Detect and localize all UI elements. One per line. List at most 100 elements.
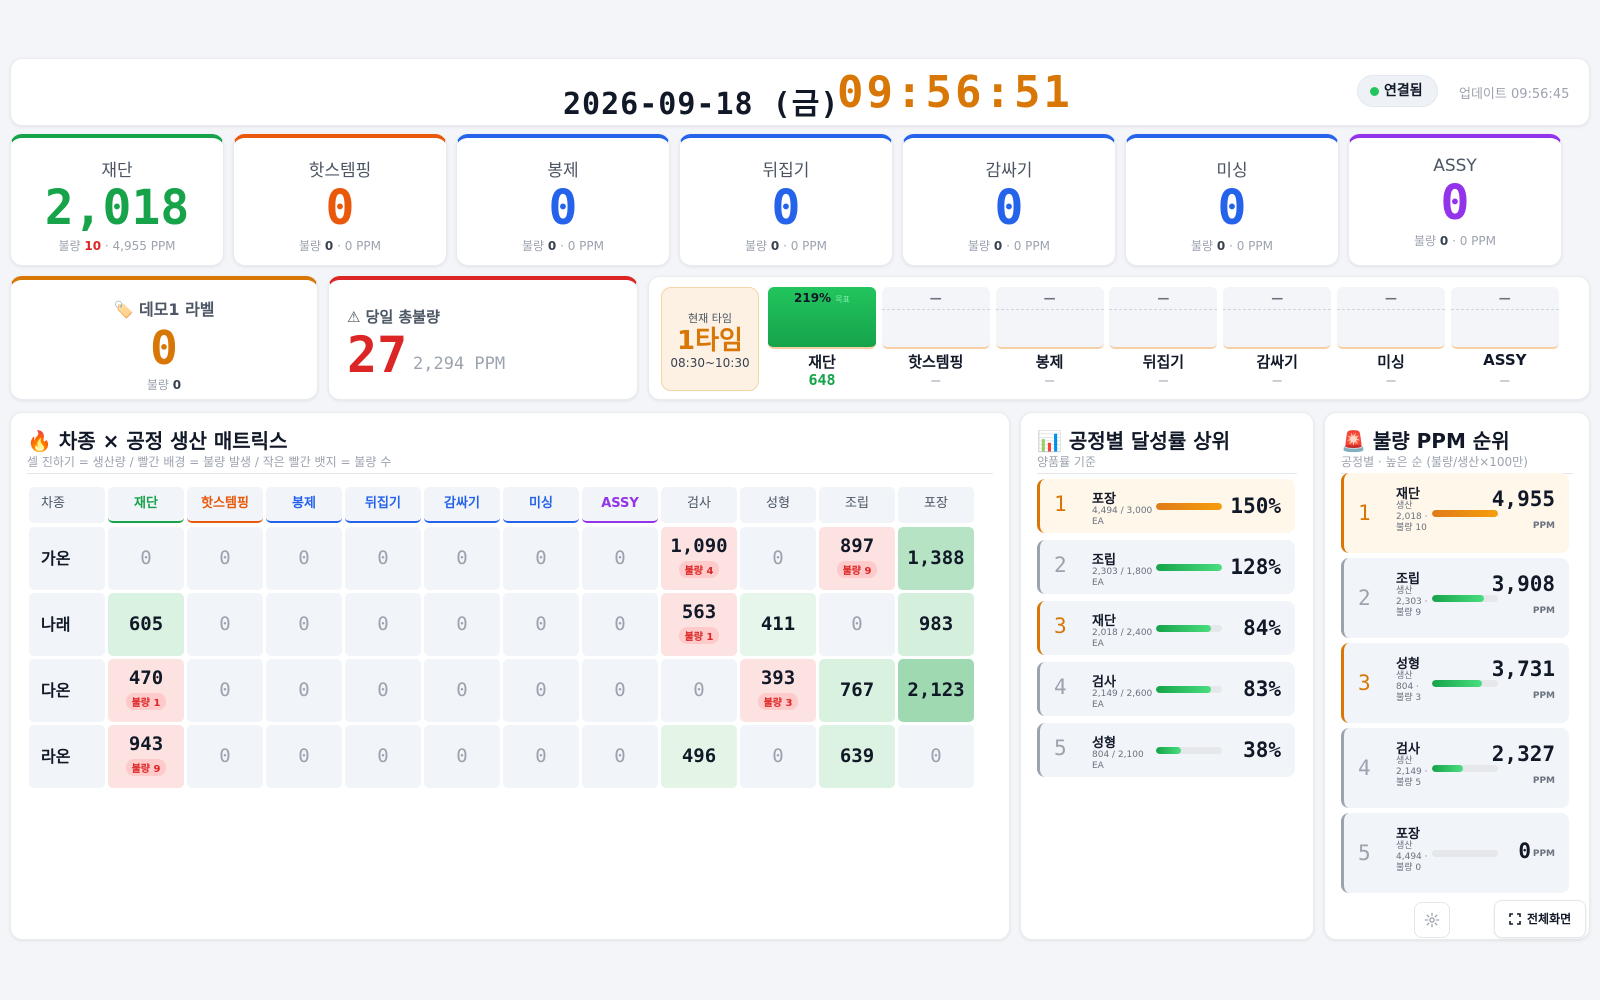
rank-detail: 생산 804 · 불량 3 (1396, 671, 1422, 703)
matrix-title: 🔥 차종 × 공정 생산 매트릭스 (27, 429, 288, 453)
matrix-column-header: 조립 (819, 487, 895, 523)
matrix-cell: 0 (187, 527, 263, 590)
daily-defect-ppm: 2,294 PPM (413, 354, 506, 374)
rank-detail: 생산 4,494 · 불량 0 (1396, 841, 1428, 873)
defect-count-badge: 불량 9 (836, 561, 878, 578)
rank-process-name: 포장 (1396, 827, 1420, 842)
rank-process-name: 조립 (1396, 572, 1420, 587)
matrix-cell: 0 (582, 725, 658, 788)
matrix-cell-value: 0 (535, 745, 547, 767)
process-name: 재단 (101, 161, 133, 181)
matrix-cell: 0 (266, 659, 342, 722)
matrix-cell-value: 470 (128, 667, 164, 689)
process-output-value: 0 (548, 180, 578, 236)
matrix-cell-value: 0 (219, 547, 231, 569)
shift-process-name: 재단 (808, 353, 836, 371)
process-output-value: 0 (771, 180, 801, 236)
matrix-cell-value: 0 (219, 613, 231, 635)
last-updated-text: 업데이트 09:56:45 (1459, 87, 1570, 102)
settings-button[interactable] (1414, 902, 1450, 938)
shift-process-name: ASSY (1483, 351, 1527, 369)
matrix-cell: 0 (503, 659, 579, 722)
rank-percent: 128% (1230, 555, 1281, 579)
matrix-cell-value: 496 (681, 745, 717, 767)
shift-progress-bar: — (1223, 287, 1332, 349)
matrix-cell: 0 (345, 725, 421, 788)
rank-detail: 2,303 / 1,800 EA (1092, 567, 1153, 588)
target-dash-line (1450, 309, 1559, 310)
matrix-cell-value: 0 (614, 745, 626, 767)
rank-progress-fill (1432, 595, 1485, 602)
matrix-cell-value: 0 (456, 613, 468, 635)
ppm-rank-item: 2 조립 생산 2,303 · 불량 9 3,908 PPM (1341, 558, 1569, 638)
label-card-defects: 불량 0 (146, 378, 182, 392)
target-dash-line (1109, 309, 1218, 310)
matrix-cell-value: 1,090 (670, 535, 728, 557)
matrix-cell-value: 1,388 (907, 547, 965, 569)
label-card-value: 0 (150, 321, 178, 375)
matrix-cell: 0 (503, 593, 579, 656)
achievement-subtitle: 양품률 기준 (1037, 455, 1097, 469)
process-defect-summary: 불량 0 · 0 PPM (1190, 239, 1273, 253)
process-output-value: 0 (1217, 180, 1247, 236)
target-dash-line (995, 309, 1104, 310)
process-defect-summary: 불량 0 · 0 PPM (521, 239, 604, 253)
matrix-cell-value: 0 (298, 613, 310, 635)
rank-percent: 83% (1243, 677, 1281, 701)
matrix-cell: 563 불량 1 (661, 593, 737, 656)
fullscreen-button[interactable]: 전체화면 (1494, 900, 1586, 938)
achievement-title: 📊 공정별 달성률 상위 (1037, 429, 1230, 453)
matrix-cell: 897 불량 9 (819, 527, 895, 590)
achievement-ranking-card: 📊 공정별 달성률 상위 양품률 기준 1 포장 4,494 / 3,000 EA 1… (1020, 412, 1314, 940)
rank-progress-track (1432, 850, 1498, 857)
matrix-cell: 767 (819, 659, 895, 722)
shift-process-item: — 뒤집기 — (1109, 287, 1218, 395)
process-defect-summary: 불량 0 · 0 PPM (1413, 234, 1496, 248)
rank-progress-fill (1432, 765, 1464, 772)
rank-progress-fill (1156, 686, 1211, 693)
shift-process-value: 648 (808, 371, 836, 389)
matrix-cell: 0 (740, 527, 816, 590)
matrix-cell-value: 0 (930, 745, 942, 767)
connection-status-text: 연결됨 (1384, 83, 1423, 99)
matrix-cell: 0 (503, 725, 579, 788)
matrix-cell: 0 (424, 725, 500, 788)
target-dash-line (881, 309, 990, 310)
rank-ppm-unit: PPM (1532, 521, 1555, 531)
rank-process-name: 검사 (1092, 675, 1116, 690)
achievement-rank-item: 4 검사 2,149 / 2,600 EA 83% (1037, 662, 1295, 716)
matrix-cell-value: 0 (851, 613, 863, 635)
rank-progress-fill (1156, 503, 1222, 510)
matrix-cell-value: 767 (839, 679, 875, 701)
process-defect-summary: 불량 0 · 0 PPM (967, 239, 1050, 253)
process-name: 봉제 (547, 161, 579, 181)
process-name: 뒤집기 (762, 161, 810, 181)
rank-progress-fill (1432, 680, 1482, 687)
shift-progress-percent: — (1157, 291, 1170, 305)
rank-progress-track (1432, 765, 1498, 772)
process-output-value: 0 (1440, 175, 1470, 231)
defect-count-badge: 불량 9 (125, 759, 167, 776)
matrix-cell-value: 0 (614, 547, 626, 569)
matrix-corner-header: 차종 (29, 487, 105, 523)
shift-progress-percent: — (1271, 291, 1284, 305)
rank-number: 5 (1358, 841, 1371, 865)
ppm-rank-item: 3 성형 생산 804 · 불량 3 3,731 PPM (1341, 643, 1569, 723)
shift-process-item: — 핫스템핑 — (881, 287, 990, 395)
shift-progress-bar: 219% 목표 (768, 287, 876, 349)
rank-detail: 2,018 / 2,400 EA (1092, 628, 1153, 649)
shift-progress-percent: — (1385, 291, 1397, 305)
matrix-column-header: 감싸기 (424, 487, 500, 523)
ppm-subtitle: 공정별 · 높은 순 (불량/생산×100만) (1341, 455, 1528, 469)
matrix-cell-value: 0 (456, 679, 468, 701)
matrix-cell-value: 0 (219, 745, 231, 767)
rank-progress-track (1156, 503, 1222, 510)
matrix-column-header: 검사 (661, 487, 737, 523)
matrix-cell-value: 411 (760, 613, 796, 635)
matrix-cell: 605 (108, 593, 184, 656)
rank-detail: 생산 2,149 · 불량 5 (1396, 756, 1428, 788)
matrix-cell-value: 0 (140, 547, 152, 569)
daily-defect-value: 27 (347, 326, 408, 384)
shift-progress-bar: — (881, 287, 990, 349)
production-matrix-card: 🔥 차종 × 공정 생산 매트릭스 셀 진하기 = 생산량 / 빨간 배경 = … (10, 412, 1010, 940)
